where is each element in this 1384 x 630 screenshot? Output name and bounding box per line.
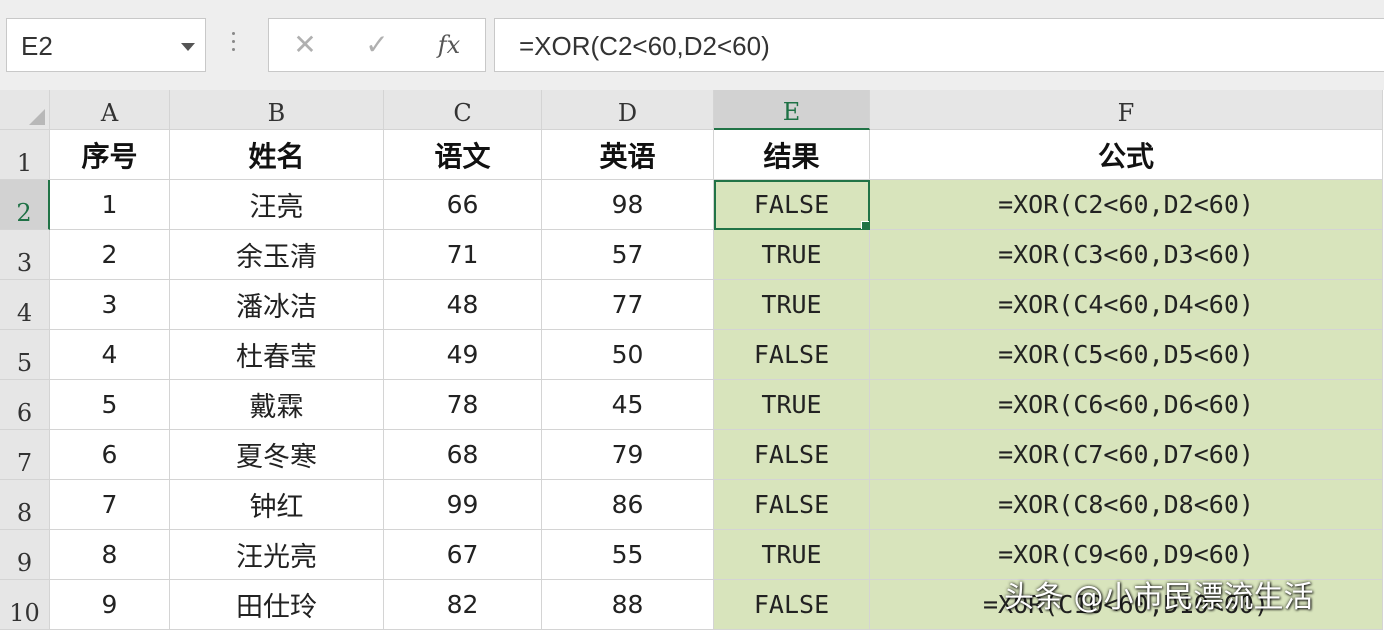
cell-formula[interactable]: =XOR(C3<60,D3<60) xyxy=(870,230,1383,280)
cell-english-score[interactable]: 45 xyxy=(542,380,714,430)
header-cell-result[interactable]: 结果 xyxy=(714,130,870,180)
cell-seq[interactable]: 2 xyxy=(50,230,170,280)
cancel-icon[interactable]: ✕ xyxy=(287,27,323,63)
cell-name[interactable]: 汪亮 xyxy=(170,180,384,230)
cell-chinese-score[interactable]: 66 xyxy=(384,180,542,230)
cell-chinese-score[interactable]: 71 xyxy=(384,230,542,280)
header-cell-formula[interactable]: 公式 xyxy=(870,130,1383,180)
cell-english-score[interactable]: 88 xyxy=(542,580,714,630)
cell-result[interactable]: FALSE xyxy=(714,480,870,530)
cell-seq[interactable]: 6 xyxy=(50,430,170,480)
column-header-b[interactable]: B xyxy=(170,90,384,130)
row-header[interactable]: 5 xyxy=(0,330,50,380)
row-header[interactable]: 8 xyxy=(0,480,50,530)
row-header[interactable]: 1 xyxy=(0,130,50,180)
cell-chinese-score[interactable]: 99 xyxy=(384,480,542,530)
cell-result[interactable]: FALSE xyxy=(714,430,870,480)
row-header[interactable]: 10 xyxy=(0,580,50,630)
formula-value: =XOR(C2<60,D2<60) xyxy=(519,31,770,61)
row-header[interactable]: 4 xyxy=(0,280,50,330)
spreadsheet-grid: A B C D E F 1 序号 姓名 语文 英语 结果 公式 2 1 汪亮 66 98… xyxy=(0,90,1384,630)
row-header[interactable]: 7 xyxy=(0,430,50,480)
cell-formula[interactable]: =XOR(C7<60,D7<60) xyxy=(870,430,1383,480)
cell-seq[interactable]: 5 xyxy=(50,380,170,430)
cell-english-score[interactable]: 50 xyxy=(542,330,714,380)
cell-seq[interactable]: 4 xyxy=(50,330,170,380)
enter-icon[interactable]: ✓ xyxy=(359,27,395,63)
cell-english-score[interactable]: 57 xyxy=(542,230,714,280)
watermark: 头条 @小市民漂流生活 xyxy=(1004,580,1314,615)
cell-name[interactable]: 钟红 xyxy=(170,480,384,530)
cell-chinese-score[interactable]: 67 xyxy=(384,530,542,580)
row-header[interactable]: 6 xyxy=(0,380,50,430)
cell-seq[interactable]: 1 xyxy=(50,180,170,230)
cell-name[interactable]: 杜春莹 xyxy=(170,330,384,380)
formula-bar-strip: E2 ✕ ✓ fx =XOR(C2<60,D2<60) xyxy=(0,0,1384,90)
cell-name[interactable]: 潘冰洁 xyxy=(170,280,384,330)
cell-result[interactable]: TRUE xyxy=(714,280,870,330)
cell-seq[interactable]: 3 xyxy=(50,280,170,330)
column-header-e[interactable]: E xyxy=(714,90,870,130)
cell-result[interactable]: FALSE xyxy=(714,580,870,630)
cell-formula[interactable]: =XOR(C2<60,D2<60) xyxy=(870,180,1383,230)
row-header[interactable]: 3 xyxy=(0,230,50,280)
drag-handle-icon[interactable] xyxy=(231,32,237,58)
cell-seq[interactable]: 7 xyxy=(50,480,170,530)
cell-chinese-score[interactable]: 49 xyxy=(384,330,542,380)
cell-result[interactable]: FALSE xyxy=(714,180,870,230)
header-cell-english[interactable]: 英语 xyxy=(542,130,714,180)
cell-name[interactable]: 田仕玲 xyxy=(170,580,384,630)
column-header-d[interactable]: D xyxy=(542,90,714,130)
cell-result[interactable]: TRUE xyxy=(714,530,870,580)
cell-formula[interactable]: =XOR(C6<60,D6<60) xyxy=(870,380,1383,430)
formula-input[interactable]: =XOR(C2<60,D2<60) xyxy=(494,18,1384,72)
cell-result[interactable]: FALSE xyxy=(714,330,870,380)
column-header-f[interactable]: F xyxy=(870,90,1383,130)
cell-english-score[interactable]: 98 xyxy=(542,180,714,230)
name-box-value: E2 xyxy=(21,31,53,61)
cell-chinese-score[interactable]: 82 xyxy=(384,580,542,630)
cell-chinese-score[interactable]: 48 xyxy=(384,280,542,330)
chevron-down-icon[interactable] xyxy=(181,43,195,51)
row-header[interactable]: 2 xyxy=(0,180,50,230)
column-header-a[interactable]: A xyxy=(50,90,170,130)
cell-name[interactable]: 夏冬寒 xyxy=(170,430,384,480)
cell-formula[interactable]: =XOR(C5<60,D5<60) xyxy=(870,330,1383,380)
cell-chinese-score[interactable]: 78 xyxy=(384,380,542,430)
cell-name[interactable]: 戴霖 xyxy=(170,380,384,430)
cell-result[interactable]: TRUE xyxy=(714,380,870,430)
cell-english-score[interactable]: 77 xyxy=(542,280,714,330)
cell-seq[interactable]: 9 xyxy=(50,580,170,630)
cell-result[interactable]: TRUE xyxy=(714,230,870,280)
cell-english-score[interactable]: 55 xyxy=(542,530,714,580)
cell-seq[interactable]: 8 xyxy=(50,530,170,580)
header-cell-seq[interactable]: 序号 xyxy=(50,130,170,180)
name-box[interactable]: E2 xyxy=(6,18,206,72)
header-cell-name[interactable]: 姓名 xyxy=(170,130,384,180)
cell-formula[interactable]: =XOR(C4<60,D4<60) xyxy=(870,280,1383,330)
formula-buttons: ✕ ✓ fx xyxy=(268,18,486,72)
row-header[interactable]: 9 xyxy=(0,530,50,580)
cell-english-score[interactable]: 79 xyxy=(542,430,714,480)
select-all-button[interactable] xyxy=(0,90,50,130)
header-cell-chinese[interactable]: 语文 xyxy=(384,130,542,180)
cell-chinese-score[interactable]: 68 xyxy=(384,430,542,480)
insert-function-icon[interactable]: fx xyxy=(431,27,467,63)
cell-english-score[interactable]: 86 xyxy=(542,480,714,530)
cell-name[interactable]: 余玉清 xyxy=(170,230,384,280)
cell-formula[interactable]: =XOR(C8<60,D8<60) xyxy=(870,480,1383,530)
column-header-c[interactable]: C xyxy=(384,90,542,130)
cell-name[interactable]: 汪光亮 xyxy=(170,530,384,580)
